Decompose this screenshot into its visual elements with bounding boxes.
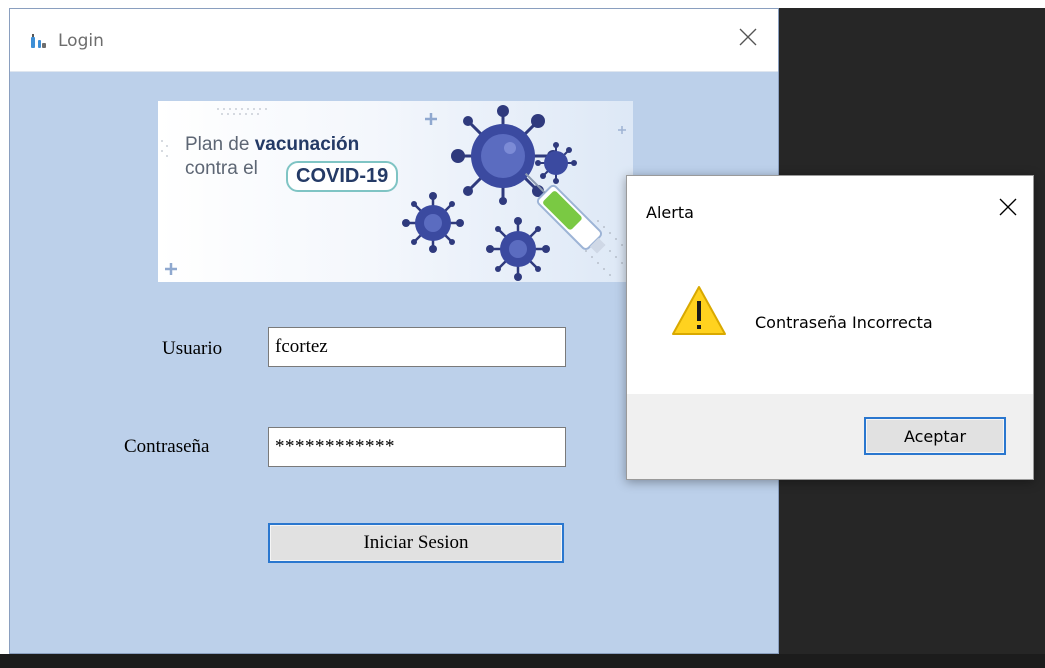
virus-illustration: [161, 105, 629, 281]
username-label: Usuario: [162, 338, 223, 359]
banner-line1-bold: vacunación: [254, 134, 360, 155]
password-input[interactable]: ************: [268, 427, 566, 467]
alert-dialog: Alerta Contraseña Incorrecta Aceptar: [626, 175, 1034, 480]
dialog-title: Alerta: [646, 203, 694, 222]
username-input[interactable]: fcortez: [268, 327, 566, 367]
close-icon: [999, 198, 1017, 220]
dialog-close-button[interactable]: [991, 192, 1025, 226]
login-button[interactable]: Iniciar Sesion: [268, 523, 564, 563]
vaccine-icon: [29, 34, 49, 54]
banner-line2: contra el: [185, 158, 258, 179]
banner-covid-text: COVID-19: [296, 165, 389, 187]
banner-line1-text: Plan de: [185, 134, 250, 155]
window-title: Login: [58, 31, 104, 51]
banner-line1: Plan de vacunación: [185, 134, 359, 156]
banner-covid-label: COVID-19: [286, 161, 399, 192]
dialog-footer: Aceptar: [627, 394, 1033, 479]
close-button[interactable]: [730, 21, 766, 57]
warning-icon: [671, 285, 727, 341]
vaccination-banner: Plan de vacunación contra el COVID-19: [158, 101, 633, 282]
title-bar[interactable]: Login: [10, 9, 778, 72]
password-label: Contraseña: [124, 436, 210, 457]
taskbar-edge: [0, 654, 1045, 668]
close-icon: [738, 27, 758, 51]
alert-message: Contraseña Incorrecta: [755, 313, 933, 332]
ok-button[interactable]: Aceptar: [864, 417, 1006, 455]
